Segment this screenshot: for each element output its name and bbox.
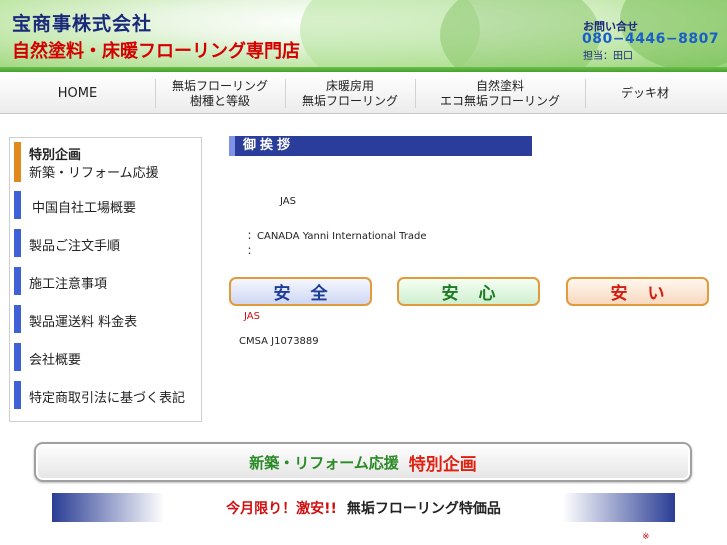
jas-red-text: JAS: [244, 311, 260, 322]
special-offer-banner[interactable]: 新築・リフォーム応援 特別企画: [34, 442, 692, 482]
sidebar-marker: [14, 229, 21, 257]
nav-label: 無垢フローリング: [171, 78, 268, 93]
note-mark: ※: [642, 532, 650, 542]
banner-text: 無垢フローリング特価品: [346, 500, 501, 517]
sidebar-item-special[interactable]: 特別企画 新築・リフォーム応援: [14, 142, 199, 182]
nav-home[interactable]: HOME: [0, 73, 155, 114]
sidebar-item-order[interactable]: 製品ご注文手順: [14, 229, 199, 257]
nav-label: HOME: [57, 86, 98, 101]
nav-label: 床暖房用: [325, 78, 374, 93]
main-nav: HOME 無垢フローリング 樹種と等級 床暖房用 無垢フローリング 自然塗料 エ…: [0, 73, 727, 114]
contact-phone: 080−4446−8807: [582, 31, 720, 47]
banner-text: 新築・リフォーム応援: [249, 453, 399, 472]
sidebar-item-label: 製品運送料 料金表: [29, 315, 138, 330]
nav-flooring-grades[interactable]: 無垢フローリング 樹種と等級: [155, 73, 285, 114]
banner-highlight: 特別企画: [408, 454, 477, 475]
contact-person: 担当：田口: [583, 51, 633, 62]
greeting-heading: 御挨拶: [229, 136, 532, 156]
canada-text: ：CANADA Yanni International Trade: [247, 231, 427, 242]
nav-label: 自然塗料: [475, 78, 524, 93]
sidebar-item-label: 特定商取引法に基づく表記: [29, 391, 186, 406]
company-name[interactable]: 宝商事株式会社: [12, 9, 152, 36]
sidebar-item-legal[interactable]: 特定商取引法に基づく表記: [14, 381, 199, 409]
sidebar-marker: [14, 191, 21, 219]
nav-label: 樹種と等級: [189, 93, 250, 108]
site-header: 宝商事株式会社 自然塗料・床暖フローリング専門店 お問い合せ 080−4446−…: [0, 0, 727, 72]
nav-natural-paint[interactable]: 自然塗料 エコ無垢フローリング: [415, 73, 585, 114]
sidebar-item-label: 会社概要: [29, 353, 82, 368]
sidebar-item-shipping[interactable]: 製品運送料 料金表: [14, 305, 199, 333]
sidebar-item-label: 製品ご注文手順: [29, 239, 121, 254]
jas-text: JAS: [280, 196, 296, 207]
header-divider: [0, 67, 727, 72]
colon-text: ：: [247, 246, 257, 257]
site-tagline: 自然塗料・床暖フローリング専門店: [12, 41, 300, 62]
sidebar-marker: [14, 142, 21, 182]
safe-badge: 安全: [229, 277, 372, 306]
sidebar-item-label: 特別企画: [29, 148, 82, 163]
leaf-bg-shape: [440, 0, 600, 72]
sidebar-item-install[interactable]: 施工注意事項: [14, 267, 199, 295]
reassurance-badge: 安心: [397, 277, 540, 306]
nav-label: 無垢フローリング: [301, 93, 398, 108]
sidebar-marker: [14, 343, 21, 371]
sidebar-item-company[interactable]: 会社概要: [14, 343, 199, 371]
sidebar-marker: [14, 305, 21, 333]
banner-highlight: 今月限り！激安!!: [226, 500, 337, 517]
nav-label: エコ無垢フローリング: [439, 93, 560, 108]
sale-banner[interactable]: 今月限り！激安!! 無垢フローリング特価品: [52, 493, 675, 522]
sidebar: 特別企画 新築・リフォーム応援 中国自社工場概要 製品ご注文手順 施工注意事項 …: [9, 137, 202, 422]
nav-label: デッキ材: [620, 86, 669, 100]
sidebar-item-label: 新築・リフォーム応援: [29, 166, 159, 181]
nav-deck[interactable]: デッキ材: [585, 73, 705, 114]
sidebar-item-label: 中国自社工場概要: [32, 201, 137, 216]
sidebar-item-label: 施工注意事項: [29, 277, 108, 292]
sidebar-marker: [14, 381, 21, 409]
sidebar-marker: [14, 267, 21, 295]
affordable-badge: 安い: [566, 277, 709, 306]
nav-floor-heating[interactable]: 床暖房用 無垢フローリング: [285, 73, 415, 114]
sidebar-item-factory[interactable]: 中国自社工場概要: [14, 191, 199, 219]
cmsa-text: CMSA J1073889: [239, 336, 319, 347]
